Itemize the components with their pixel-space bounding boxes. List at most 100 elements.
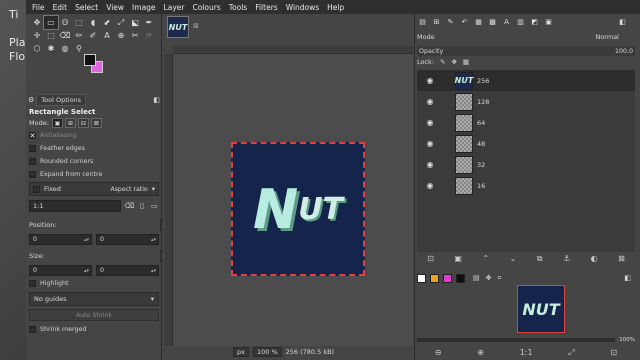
paths-tool-icon[interactable]: ✒: [142, 16, 156, 29]
fit-window-icon[interactable]: ⤢: [568, 348, 574, 358]
histogram-tab-icon[interactable]: ▤: [473, 274, 480, 282]
eye-icon[interactable]: ◉: [423, 139, 437, 148]
layer-row[interactable]: ◉ 48: [417, 133, 635, 154]
ratio-input[interactable]: 1:1: [29, 200, 122, 212]
spin-arrows-icon[interactable]: ▴▾: [84, 235, 89, 245]
lasso-tool-icon[interactable]: ʘ: [58, 16, 72, 29]
dock-menu-icon[interactable]: ◧: [624, 274, 631, 282]
layer-row[interactable]: ◉ 128: [417, 91, 635, 112]
mode-add-icon[interactable]: ⊞: [64, 118, 76, 128]
new-group-icon[interactable]: ▣: [454, 254, 462, 268]
fuzzy-select-icon[interactable]: ✛: [30, 29, 44, 42]
layer-row[interactable]: ◉ NUT 256: [417, 70, 635, 91]
unified-transform-icon[interactable]: ◖: [86, 16, 100, 29]
layer-row[interactable]: ◉ 64: [417, 112, 635, 133]
portrait-icon[interactable]: ▯: [137, 201, 146, 211]
mode-subtract-icon[interactable]: ⊟: [77, 118, 89, 128]
size-w-input[interactable]: 0 ▴▾: [29, 265, 92, 276]
lock-pixels-icon[interactable]: ✎: [440, 58, 445, 66]
layer-mode-dropdown[interactable]: Normal: [595, 33, 619, 41]
gradient-tool-icon[interactable]: ⬚: [44, 29, 58, 42]
spin-arrows-icon[interactable]: ▴▾: [84, 266, 89, 276]
lower-layer-icon[interactable]: ⌄: [510, 254, 517, 268]
auto-shrink-button[interactable]: Auto Shrink: [29, 309, 159, 321]
zoom-out-icon[interactable]: ⊖: [435, 348, 442, 358]
size-h-input[interactable]: 0 ▴▾: [96, 265, 159, 276]
raise-layer-icon[interactable]: ⌃: [482, 254, 489, 268]
dock-menu-icon[interactable]: ◧: [617, 16, 628, 27]
canvas[interactable]: N UT: [173, 54, 413, 346]
zoom-slider[interactable]: [417, 338, 616, 342]
antialiasing-checkbox[interactable]: ✕ Antialiasing: [29, 132, 77, 140]
menu-colours[interactable]: Colours: [192, 3, 220, 12]
move-tool-icon[interactable]: ✥: [30, 16, 44, 29]
channels-tab-icon[interactable]: ⊞: [431, 16, 442, 27]
crop-tool-icon[interactable]: ⬚: [72, 16, 86, 29]
position-x-input[interactable]: 0 ▴▾: [29, 234, 92, 245]
foreground-color-swatch[interactable]: [84, 54, 96, 66]
mask-layer-icon[interactable]: ◐: [591, 254, 598, 268]
desktop-icon-label[interactable]: Pla: [9, 36, 25, 49]
vertical-ruler[interactable]: [165, 54, 173, 346]
menu-edit[interactable]: Edit: [53, 3, 68, 12]
gradients-tab-icon[interactable]: ▥: [515, 16, 526, 27]
smudge-tool-icon[interactable]: ☞: [142, 29, 156, 42]
desktop-icon-label[interactable]: Ti: [9, 8, 18, 21]
clone-tool-icon[interactable]: ✱: [44, 42, 58, 55]
spin-arrows-icon[interactable]: ▴▾: [151, 235, 156, 245]
zoom-in-icon[interactable]: ⊕: [477, 348, 484, 358]
guides-dropdown[interactable]: No guides ▾: [29, 292, 159, 306]
menu-filters[interactable]: Filters: [255, 3, 277, 12]
duplicate-layer-icon[interactable]: ⧉: [537, 254, 543, 268]
paintbrush-tool-icon[interactable]: ✏: [72, 29, 86, 42]
menu-tools[interactable]: Tools: [229, 3, 247, 12]
palettes-tab-icon[interactable]: ▣: [543, 16, 554, 27]
feather-edges-checkbox[interactable]: Feather edges: [29, 145, 85, 152]
shrink-wrap-icon[interactable]: ⊡: [610, 348, 617, 358]
info-tab-icon[interactable]: ⌗: [498, 274, 502, 283]
menu-view[interactable]: View: [106, 3, 124, 12]
scissors-select-icon[interactable]: ✂: [128, 29, 142, 42]
eye-icon[interactable]: ◉: [423, 76, 437, 85]
menu-select[interactable]: Select: [75, 3, 98, 12]
mode-intersect-icon[interactable]: ⊠: [90, 118, 102, 128]
navigator-preview[interactable]: NUT: [517, 285, 565, 333]
images-tab-icon[interactable]: ◩: [529, 16, 540, 27]
fixed-checkbox[interactable]: [33, 185, 40, 193]
warp-tool-icon[interactable]: ⬋: [100, 16, 114, 29]
rounded-corners-checkbox[interactable]: Rounded corners: [29, 158, 93, 165]
heal-tool-icon[interactable]: ⬡: [30, 42, 44, 55]
image-tab-thumbnail[interactable]: NUT: [167, 16, 189, 38]
layer-row[interactable]: ◉ 32: [417, 154, 635, 175]
layers-tab-icon[interactable]: ▤: [417, 16, 428, 27]
opacity-slider[interactable]: Opacity 100.0: [417, 46, 635, 56]
spin-arrows-icon[interactable]: ▴▾: [151, 266, 156, 276]
menu-help[interactable]: Help: [327, 3, 344, 12]
anchor-layer-icon[interactable]: ⚓: [563, 254, 570, 268]
paths-tab-icon[interactable]: ✎: [445, 16, 456, 27]
dock-menu-icon[interactable]: ◧: [153, 96, 160, 104]
patterns-tab-icon[interactable]: ▩: [487, 16, 498, 27]
close-icon[interactable]: ⊠: [193, 22, 199, 30]
eye-icon[interactable]: ◉: [423, 118, 437, 127]
eye-icon[interactable]: ◉: [423, 160, 437, 169]
palette-swatch[interactable]: [456, 273, 465, 283]
delete-layer-icon[interactable]: ⊠: [618, 254, 625, 268]
eraser-tool-icon[interactable]: ⌫: [58, 29, 72, 42]
zoom-tool-icon[interactable]: ⊕: [114, 29, 128, 42]
layer-row[interactable]: ◉ 16: [417, 175, 635, 196]
zoom-100-icon[interactable]: 1:1: [520, 348, 533, 358]
brushes-tab-icon[interactable]: ▦: [473, 16, 484, 27]
dodge-tool-icon[interactable]: ◍: [58, 42, 72, 55]
palette-swatch[interactable]: [417, 273, 426, 283]
zoom-dropdown[interactable]: 100 %: [252, 347, 282, 357]
text-tool-icon[interactable]: A: [100, 29, 114, 42]
palette-swatch[interactable]: [430, 273, 439, 283]
expand-centre-checkbox[interactable]: Expand from centre: [29, 171, 102, 178]
landscape-icon[interactable]: ▭: [150, 201, 159, 211]
tool-options-tab[interactable]: Tool Options: [36, 94, 87, 106]
menu-windows[interactable]: Windows: [286, 3, 319, 12]
pencil-tool-icon[interactable]: ✐: [86, 29, 100, 42]
fonts-tab-icon[interactable]: A: [501, 16, 512, 27]
menu-file[interactable]: File: [32, 3, 45, 12]
